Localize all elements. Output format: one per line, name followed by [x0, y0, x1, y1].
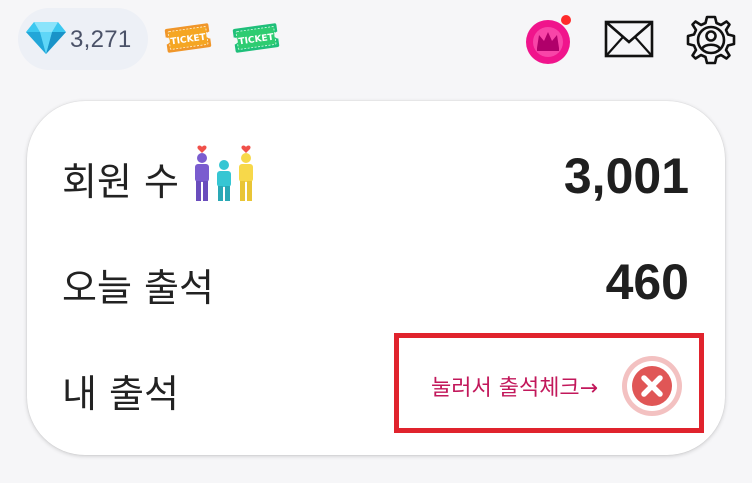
my-attendance-label: 내 출석 — [62, 372, 179, 416]
members-label: 회원 수 — [62, 160, 179, 204]
ticket-icon[interactable]: TICKET — [162, 12, 214, 64]
close-icon[interactable] — [619, 353, 685, 419]
ticket-icon[interactable]: TICKET — [230, 12, 282, 64]
attendance-card: 회원 수 3,001 오늘 출석 460 내 출석 눌러서 출석체크→ — [27, 101, 725, 455]
checkin-hint: 눌러서 출석체크→ — [431, 376, 599, 401]
checkin-button[interactable]: 눌러서 출석체크→ — [394, 333, 704, 433]
gem-count: 3,271 — [70, 26, 132, 53]
people-icon — [195, 145, 253, 201]
today-attendance-count: 460 — [605, 254, 689, 310]
crown-icon[interactable] — [524, 14, 576, 66]
mail-icon[interactable] — [603, 18, 655, 60]
gem-balance[interactable]: 3,271 — [18, 8, 148, 70]
today-attendance-label: 오늘 출석 — [62, 266, 214, 310]
gem-icon — [26, 22, 66, 54]
notification-dot — [561, 15, 571, 25]
members-count: 3,001 — [563, 148, 689, 204]
gear-icon[interactable] — [684, 13, 738, 67]
